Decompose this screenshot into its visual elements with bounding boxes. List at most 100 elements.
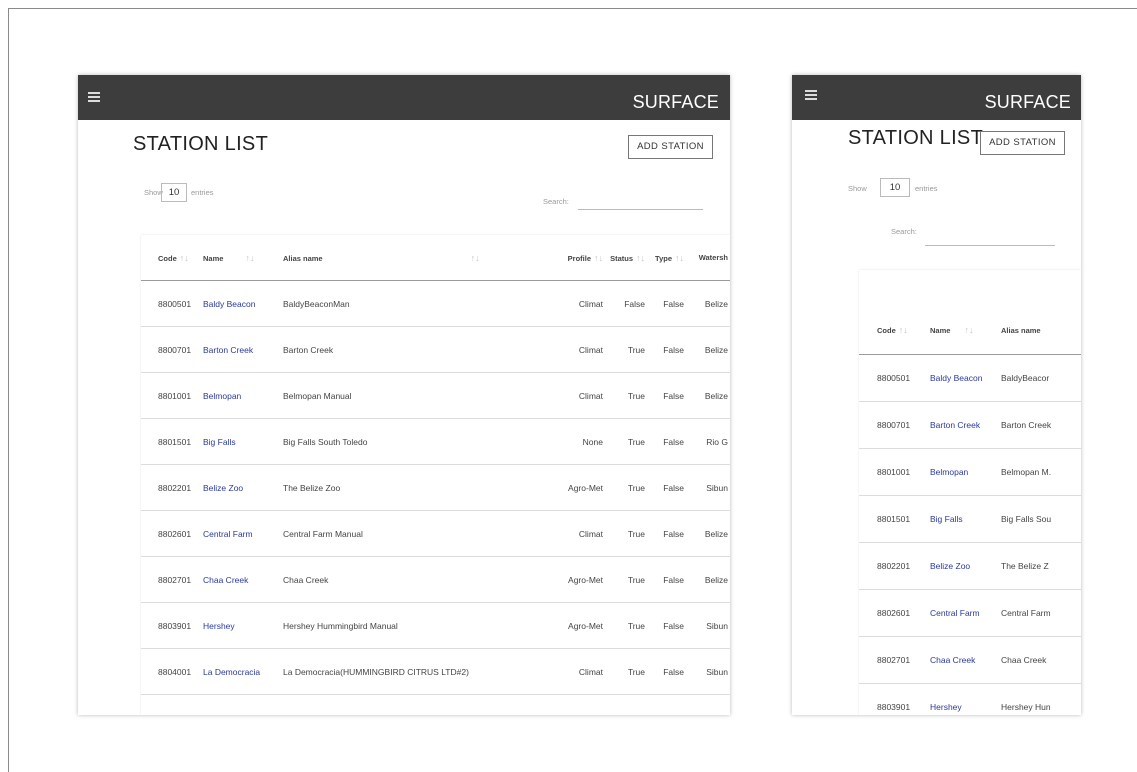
station-name-link[interactable]: Big Falls (927, 495, 999, 543)
table-row: 8803901 Hershey Hershey Hummingbird Manual… (141, 602, 730, 649)
station-name-link[interactable]: Barton Creek (203, 326, 283, 373)
alias-cell: Chaa Creek (999, 636, 1081, 684)
sort-icon: ↑↓ (179, 252, 189, 263)
station-name-link[interactable]: Barton Creek (927, 401, 999, 449)
alias-cell: Big Falls South Toledo (283, 418, 545, 465)
search-input[interactable] (578, 208, 703, 210)
station-name-link[interactable]: Chaa Creek (927, 636, 999, 684)
type-cell: False (645, 464, 684, 511)
type-cell: False (645, 280, 684, 327)
table-header-row: Code ↑↓ Name ↑↓ Alias name (859, 270, 1081, 355)
search-label: Search: (543, 197, 569, 206)
profile-cell: Climat (545, 510, 603, 557)
station-name-link[interactable]: Big Falls (203, 418, 283, 465)
table-row: 8803901 Hershey Hershey Hun (859, 683, 1081, 715)
table-row: 8801001 Belmopan Belmopan M. (859, 448, 1081, 496)
profile-cell: Climat (545, 280, 603, 327)
status-column-header[interactable]: Status ↑↓ (603, 235, 645, 281)
code-cell: 8800501 (141, 280, 203, 327)
station-name-link[interactable]: Chaa Creek (203, 556, 283, 603)
alias-cell: BaldyBeacor (999, 354, 1081, 402)
code-cell: 8802701 (859, 636, 927, 684)
profile-cell: Climat (545, 326, 603, 373)
top-app-bar: SURFACE (792, 75, 1081, 120)
alias-cell: BaldyBeaconMan (283, 280, 545, 327)
station-name-link[interactable]: Belize Zoo (927, 542, 999, 590)
watershed-column-header[interactable]: Watersh (684, 235, 730, 281)
station-name-link[interactable]: Hershey (203, 602, 283, 649)
desktop-view-panel: SURFACE STATION LIST ADD STATION Show 10… (78, 75, 730, 715)
alias-cell: Central Farm Manual (283, 510, 545, 557)
sort-icon: ↑↓ (675, 252, 684, 263)
page-length-select[interactable]: 10 (161, 183, 187, 202)
code-column-header[interactable]: Code ↑↓ (859, 270, 927, 355)
alias-cell: Barton Creek (999, 401, 1081, 449)
profile-column-header[interactable]: Profile ↑↓ (545, 235, 603, 281)
station-table-card: Code ↑↓ Name ↑↓ Alias name ↑↓ Profile ↑↓ Sta… (141, 235, 730, 715)
table-row: 8801501 Big Falls Big Falls South Toledo No… (141, 418, 730, 465)
alias-column-header[interactable]: Alias name ↑↓ (283, 235, 545, 281)
alias-cell: Central Farm (999, 589, 1081, 637)
search-input[interactable] (925, 244, 1055, 246)
station-name-link[interactable]: Hershey (927, 683, 999, 715)
station-table: Code ↑↓ Name ↑↓ Alias name ↑↓ Profile ↑↓ Sta… (141, 235, 730, 695)
table-row: 8802201 Belize Zoo The Belize Zoo Agro-Met T… (141, 464, 730, 511)
profile-cell: None (545, 418, 603, 465)
code-cell: 8802701 (141, 556, 203, 603)
entries-label: entries (191, 188, 214, 197)
station-name-link[interactable]: La Democracia (203, 648, 283, 695)
name-column-header[interactable]: Name ↑↓ (927, 270, 999, 355)
station-name-link[interactable]: Belmopan (927, 448, 999, 496)
top-app-bar: SURFACE (78, 75, 730, 120)
table-row: 8800501 Baldy Beacon BaldyBeaconMan Climat F… (141, 280, 730, 327)
brand-title: SURFACE (984, 92, 1071, 112)
entries-label: entries (915, 184, 938, 193)
code-cell: 8801501 (141, 418, 203, 465)
code-column-header[interactable]: Code ↑↓ (141, 235, 203, 281)
sort-icon: ↑↓ (636, 252, 645, 263)
code-cell: 8800701 (141, 326, 203, 373)
add-station-button[interactable]: ADD STATION (980, 131, 1065, 155)
station-table-card: Code ↑↓ Name ↑↓ Alias name 8800501 Baldy Be… (859, 270, 1081, 715)
watershed-cell: Sibun (684, 464, 730, 511)
status-cell: True (603, 418, 645, 465)
type-cell: False (645, 556, 684, 603)
add-station-button[interactable]: ADD STATION (628, 135, 713, 159)
code-cell: 8802201 (141, 464, 203, 511)
watershed-cell: Belize (684, 326, 730, 373)
status-cell: True (603, 556, 645, 603)
status-cell: True (603, 372, 645, 419)
type-column-header[interactable]: Type ↑↓ (645, 235, 684, 281)
show-label: Show (144, 188, 163, 197)
watershed-cell: Belize (684, 372, 730, 419)
watershed-cell: Rio G (684, 418, 730, 465)
profile-cell: Agro-Met (545, 556, 603, 603)
watershed-cell: Sibun (684, 602, 730, 649)
status-cell: False (603, 280, 645, 327)
page-title: STATION LIST (848, 127, 984, 149)
hamburger-menu-icon[interactable] (805, 90, 817, 100)
page-length-select[interactable]: 10 (880, 178, 910, 197)
station-name-link[interactable]: Baldy Beacon (927, 354, 999, 402)
table-row: 8801001 Belmopan Belmopan Manual Climat True… (141, 372, 730, 419)
mobile-view-panel: SURFACE STATION LIST ADD STATION Show 10… (792, 75, 1081, 715)
station-name-link[interactable]: Baldy Beacon (203, 280, 283, 327)
watershed-cell: Belize (684, 556, 730, 603)
watershed-cell: Belize (684, 280, 730, 327)
alias-column-header[interactable]: Alias name (999, 270, 1081, 355)
station-name-link[interactable]: Belize Zoo (203, 464, 283, 511)
name-column-header[interactable]: Name ↑↓ (203, 235, 283, 281)
station-name-link[interactable]: Central Farm (203, 510, 283, 557)
profile-cell: Agro-Met (545, 602, 603, 649)
station-name-link[interactable]: Belmopan (203, 372, 283, 419)
sort-icon: ↑↓ (594, 252, 603, 263)
station-name-link[interactable]: Central Farm (927, 589, 999, 637)
watershed-cell: Sibun (684, 648, 730, 695)
code-cell: 8800501 (859, 354, 927, 402)
sort-icon: ↑↓ (898, 325, 908, 335)
code-cell: 8801001 (141, 372, 203, 419)
alias-cell: Chaa Creek (283, 556, 545, 603)
hamburger-menu-icon[interactable] (88, 92, 100, 102)
alias-cell: Barton Creek (283, 326, 545, 373)
alias-cell: Hershey Hun (999, 683, 1081, 715)
